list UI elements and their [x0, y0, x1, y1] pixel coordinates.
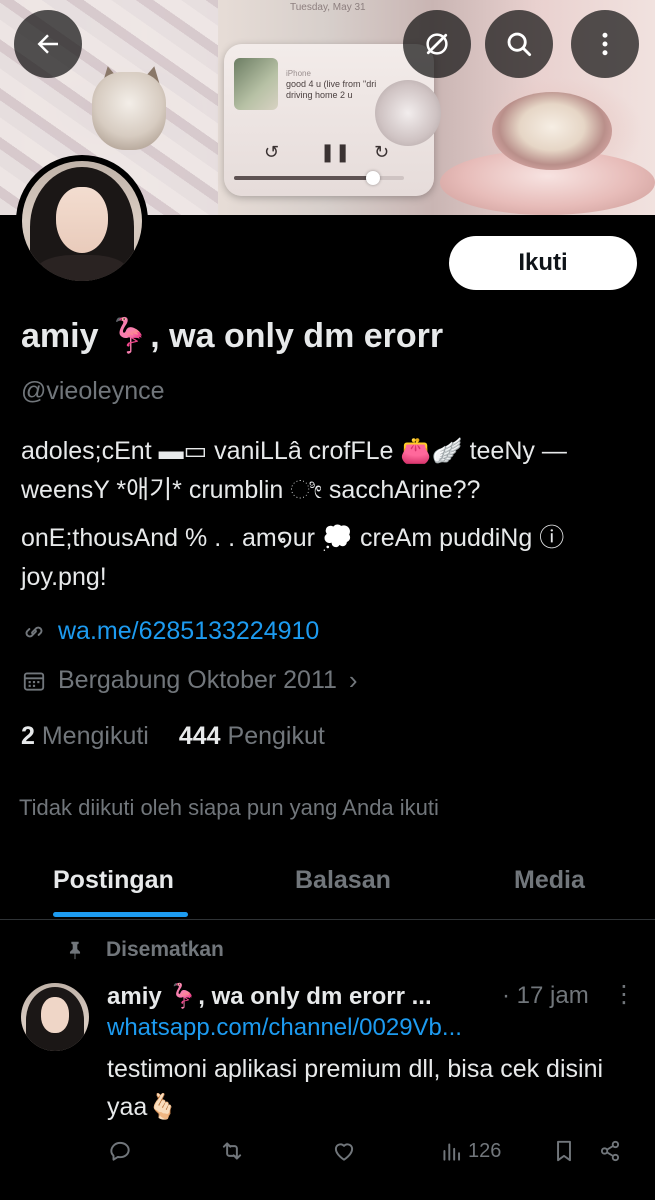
slash-circle-icon — [426, 33, 448, 55]
follow-button[interactable]: Ikuti — [449, 236, 637, 290]
more-options-button[interactable] — [571, 10, 639, 78]
join-date-text: Bergabung Oktober 2011 — [58, 666, 337, 694]
not-followed-notice: Tidak diikuti oleh siapa pun yang Anda i… — [19, 795, 439, 820]
banner-sticker-photo — [375, 80, 441, 146]
calendar-icon — [23, 671, 45, 691]
album-cover — [234, 58, 278, 110]
following-label: Mengikuti — [41, 722, 149, 750]
avatar-body — [36, 255, 128, 281]
arrow-left-icon — [37, 34, 58, 54]
repost-button[interactable] — [219, 1138, 245, 1164]
tab-replies[interactable]: Balasan — [295, 866, 391, 895]
bio-line: onE;thousAnd % . . am໑ur 💭 creAm puddiNg… — [21, 524, 565, 591]
followers-count: 444 — [178, 722, 221, 750]
views-button[interactable]: 126 — [439, 1138, 501, 1164]
join-date-row[interactable]: Bergabung Oktober 2011 › — [21, 665, 358, 696]
pin-icon — [69, 941, 81, 960]
rewind-15-icon: ↺ — [264, 142, 280, 163]
post-header: amiy 🦩, wa only dm erorr ... · 17 jam ⋮ — [107, 980, 642, 1011]
profile-avatar[interactable] — [16, 155, 148, 287]
followers-stat[interactable]: 444 Pengikut — [179, 722, 325, 751]
playback-progress-bar — [234, 171, 404, 185]
reply-button[interactable] — [107, 1138, 133, 1164]
avatar-face — [41, 997, 69, 1033]
pinned-label: Disematkan — [106, 938, 224, 961]
tab-posts[interactable]: Postingan — [53, 866, 174, 895]
avatar-face — [56, 187, 108, 253]
profile-bio: adoles;cEnt ▬▭ vaniLLâ crofFLe 👛🪽 teeNy … — [21, 432, 641, 606]
share-button[interactable] — [597, 1138, 623, 1164]
tab-media[interactable]: Media — [514, 866, 585, 895]
bookmark-icon — [557, 1140, 571, 1162]
display-name: amiy 🦩, wa only dm erorr — [21, 317, 444, 355]
post-actions: 126 — [107, 1138, 637, 1168]
cat-photo — [92, 72, 166, 150]
heart-icon — [334, 1143, 354, 1161]
active-tab-indicator — [53, 912, 188, 917]
bookmark-button[interactable] — [551, 1138, 577, 1164]
profile-link[interactable]: wa.me/6285133224910 — [21, 617, 319, 646]
device-label: iPhone — [286, 69, 311, 78]
bottom-strip — [0, 1190, 655, 1200]
post-author-avatar[interactable] — [21, 983, 89, 1051]
post-text: testimoni aplikasi premium dll, bisa cek… — [107, 1055, 604, 1121]
reply-icon — [110, 1141, 130, 1161]
profile-link-text[interactable]: wa.me/6285133224910 — [58, 617, 319, 646]
pinned-label-row: Disematkan — [64, 938, 224, 962]
coffee-cup-photo — [492, 92, 612, 170]
follow-stats: 2 Mengikuti 444 Pengikut — [21, 722, 325, 751]
forward-15-icon: ↻ — [374, 142, 390, 163]
grok-button[interactable] — [403, 10, 471, 78]
back-button[interactable] — [14, 10, 82, 78]
pause-icon: ❚❚ — [320, 142, 351, 163]
banner-date-text: Tuesday, May 31 — [290, 2, 366, 13]
repost-icon — [222, 1142, 242, 1160]
playback-knob — [366, 171, 381, 185]
like-button[interactable] — [331, 1138, 357, 1164]
chevron-right-icon: › — [348, 665, 358, 695]
bar-chart-icon — [443, 1143, 461, 1161]
search-button[interactable] — [485, 10, 553, 78]
followers-label: Pengikut — [227, 722, 325, 750]
post-author-name[interactable]: amiy 🦩, wa only dm erorr ... — [107, 983, 432, 1010]
search-icon — [507, 32, 532, 57]
more-vertical-icon[interactable]: ⋮ — [612, 980, 636, 1009]
link-icon — [25, 626, 43, 637]
bio-line: adoles;cEnt ▬▭ vaniLLâ crofFLe 👛🪽 teeNy … — [21, 437, 567, 504]
following-count: 2 — [21, 722, 35, 750]
profile-tabs: Postingan Balasan Media — [0, 850, 655, 920]
views-count: 126 — [468, 1139, 502, 1162]
post-link[interactable]: whatsapp.com/channel/0029Vb... — [107, 1014, 462, 1042]
post-timestamp[interactable]: · 17 jam — [502, 982, 589, 1010]
share-icon — [600, 1140, 620, 1162]
avatar-photo — [22, 161, 142, 281]
more-vertical-icon — [602, 32, 608, 56]
following-stat[interactable]: 2 Mengikuti — [21, 722, 149, 751]
playback-progress-fill — [234, 176, 374, 180]
user-handle: @vieoleynce — [21, 377, 165, 405]
